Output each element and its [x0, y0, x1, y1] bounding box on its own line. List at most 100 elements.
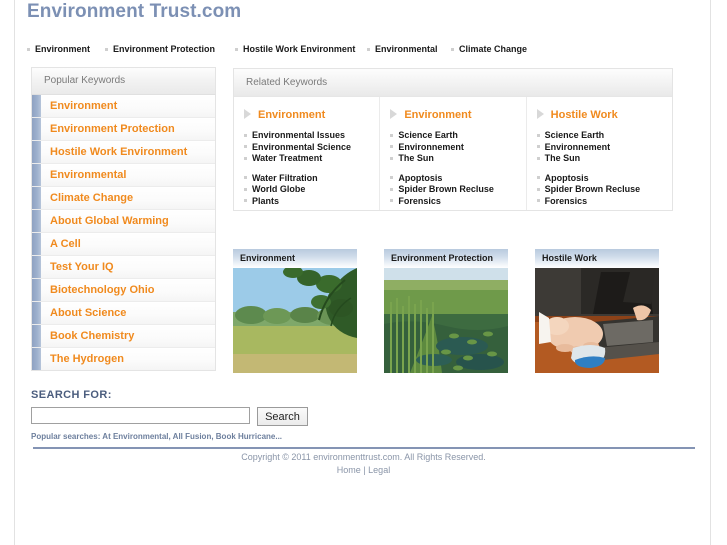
related-link-1[interactable]: Spider Brown Recluse: [536, 184, 672, 196]
related-link-1[interactable]: Environnement: [390, 142, 525, 154]
related-link-2[interactable]: Plants: [244, 196, 379, 208]
thumbnail-image[interactable]: [233, 268, 357, 373]
related-link-2[interactable]: Forensics: [390, 196, 525, 208]
related-column-title-label: Environment: [258, 109, 326, 121]
bullet-icon: [451, 47, 454, 51]
nav-item-4[interactable]: Climate Change: [451, 44, 527, 54]
nav-item-label: Climate Change: [459, 44, 528, 54]
sidebar-keyword-label: A Cell: [50, 238, 81, 250]
related-link-0[interactable]: Apoptosis: [536, 173, 672, 185]
sidebar-keyword-7[interactable]: Test Your IQ: [32, 256, 215, 279]
search-input[interactable]: [31, 407, 250, 424]
popular-keywords-panel: Popular Keywords Environment Environment …: [31, 67, 216, 371]
sidebar-keyword-11[interactable]: The Hydrogen: [32, 348, 215, 370]
footer-legal-link[interactable]: Legal: [368, 465, 390, 475]
sidebar-keyword-label: Climate Change: [50, 192, 134, 204]
related-link-0[interactable]: Environmental Issues: [244, 130, 379, 142]
related-link-2[interactable]: Water Treatment: [244, 153, 379, 165]
site-title: Environment Trust.com: [27, 1, 242, 22]
sidebar-keyword-label: About Global Warming: [50, 215, 169, 227]
thumbnail-image[interactable]: [535, 268, 659, 373]
search-button[interactable]: Search: [257, 407, 308, 426]
related-link-label: Science Earth: [544, 130, 605, 141]
sidebar-keyword-10[interactable]: Book Chemistry: [32, 325, 215, 348]
sidebar-keyword-5[interactable]: About Global Warming: [32, 210, 215, 233]
bullet-icon: [536, 133, 540, 137]
sidebar-keyword-6[interactable]: A Cell: [32, 233, 215, 256]
nav-item-label: Hostile Work Environment: [243, 44, 356, 54]
accent-bar: [32, 325, 41, 347]
related-column-title-label: Environment: [404, 109, 472, 121]
related-link-1[interactable]: Environmental Science: [244, 142, 379, 154]
related-link-label: Water Filtration: [252, 172, 318, 183]
thumbnail-image[interactable]: [384, 268, 508, 373]
bullet-icon: [390, 145, 394, 149]
search-label: SEARCH FOR:: [31, 389, 112, 401]
sidebar-keyword-4[interactable]: Climate Change: [32, 187, 215, 210]
related-link-1[interactable]: World Globe: [244, 184, 379, 196]
related-link-2[interactable]: Forensics: [536, 196, 672, 208]
nav-item-1[interactable]: Environment Protection: [105, 44, 215, 54]
related-link-0[interactable]: Water Filtration: [244, 173, 379, 185]
footer-copyright: Copyright © 2011 environmenttrust.com. A…: [241, 452, 486, 462]
related-link-group-1: Apoptosis Spider Brown Recluse Forensics: [536, 173, 672, 208]
popular-keywords-header: Popular Keywords: [31, 67, 216, 95]
thumbnail-card-1[interactable]: Environment Protection: [384, 249, 508, 373]
bullet-icon: [244, 133, 247, 137]
footer-link-separator: |: [363, 465, 366, 475]
bullet-icon: [536, 156, 540, 160]
accent-bar: [32, 348, 41, 370]
nav-item-label: Environmental: [375, 44, 438, 54]
sidebar-keyword-3[interactable]: Environmental: [32, 164, 215, 187]
related-keywords-header: Related Keywords: [234, 69, 672, 97]
related-link-group-1: Apoptosis Spider Brown Recluse Forensics: [390, 173, 525, 208]
related-link-0[interactable]: Apoptosis: [390, 173, 525, 185]
related-column-title[interactable]: Environment: [390, 109, 525, 121]
accent-bar: [32, 256, 41, 278]
related-column-title-label: Hostile Work: [550, 109, 618, 121]
footer: Copyright © 2011 environmenttrust.com. A…: [15, 451, 712, 477]
related-link-group-0: Science Earth Environnement The Sun: [536, 130, 672, 165]
thumbnail-caption: Environment Protection: [384, 249, 508, 268]
related-link-label: Plants: [252, 195, 280, 206]
related-column-title[interactable]: Environment: [244, 109, 379, 121]
bullet-icon: [105, 47, 108, 51]
nav-item-3[interactable]: Environmental: [367, 44, 438, 54]
sidebar-keyword-label: Environment: [50, 100, 118, 112]
related-link-1[interactable]: Environnement: [536, 141, 672, 154]
sidebar-keyword-label: About Science: [50, 307, 127, 319]
sidebar-keyword-9[interactable]: About Science: [32, 302, 215, 325]
related-column-title[interactable]: Hostile Work: [536, 109, 672, 121]
bullet-icon: [244, 176, 247, 180]
accent-bar: [32, 95, 41, 117]
sidebar-keyword-2[interactable]: Hostile Work Environment: [32, 141, 215, 164]
bullet-icon: [390, 156, 394, 160]
accent-bar: [32, 210, 41, 232]
popular-searches-text[interactable]: Popular searches: At Environmental, All …: [31, 432, 431, 441]
related-link-2[interactable]: The Sun: [536, 153, 672, 165]
related-link-0[interactable]: Science Earth: [536, 130, 672, 142]
related-link-label: The Sun: [544, 153, 581, 164]
related-link-0[interactable]: Science Earth: [390, 130, 525, 142]
sidebar-keyword-0[interactable]: Environment: [32, 95, 215, 118]
bullet-icon: [536, 145, 540, 149]
related-link-label: Environmental Issues: [252, 130, 346, 141]
top-navigation: Environment Environment Protection Hostile…: [27, 44, 687, 60]
related-link-label: Forensics: [398, 195, 441, 206]
thumbnail-card-0[interactable]: Environment: [233, 249, 357, 373]
thumbnail-gallery: Environment Environment Protection Hostile…: [233, 249, 673, 373]
chevron-right-icon: [390, 109, 398, 120]
nav-item-2[interactable]: Hostile Work Environment: [235, 44, 355, 54]
thumbnail-card-2[interactable]: Hostile Work: [535, 249, 659, 373]
nav-item-0[interactable]: Environment: [27, 44, 90, 54]
accent-bar: [32, 187, 41, 209]
sidebar-keyword-8[interactable]: Biotechnology Ohio: [32, 279, 215, 302]
related-link-label: Environnement: [544, 141, 611, 152]
bullet-icon: [244, 145, 247, 149]
sidebar-keyword-1[interactable]: Environment Protection: [32, 118, 215, 141]
related-link-label: Water Treatment: [252, 153, 323, 164]
related-link-1[interactable]: Spider Brown Recluse: [390, 184, 525, 196]
footer-home-link[interactable]: Home: [337, 465, 361, 475]
related-link-2[interactable]: The Sun: [390, 153, 525, 165]
nav-item-label: Environment: [35, 44, 91, 54]
